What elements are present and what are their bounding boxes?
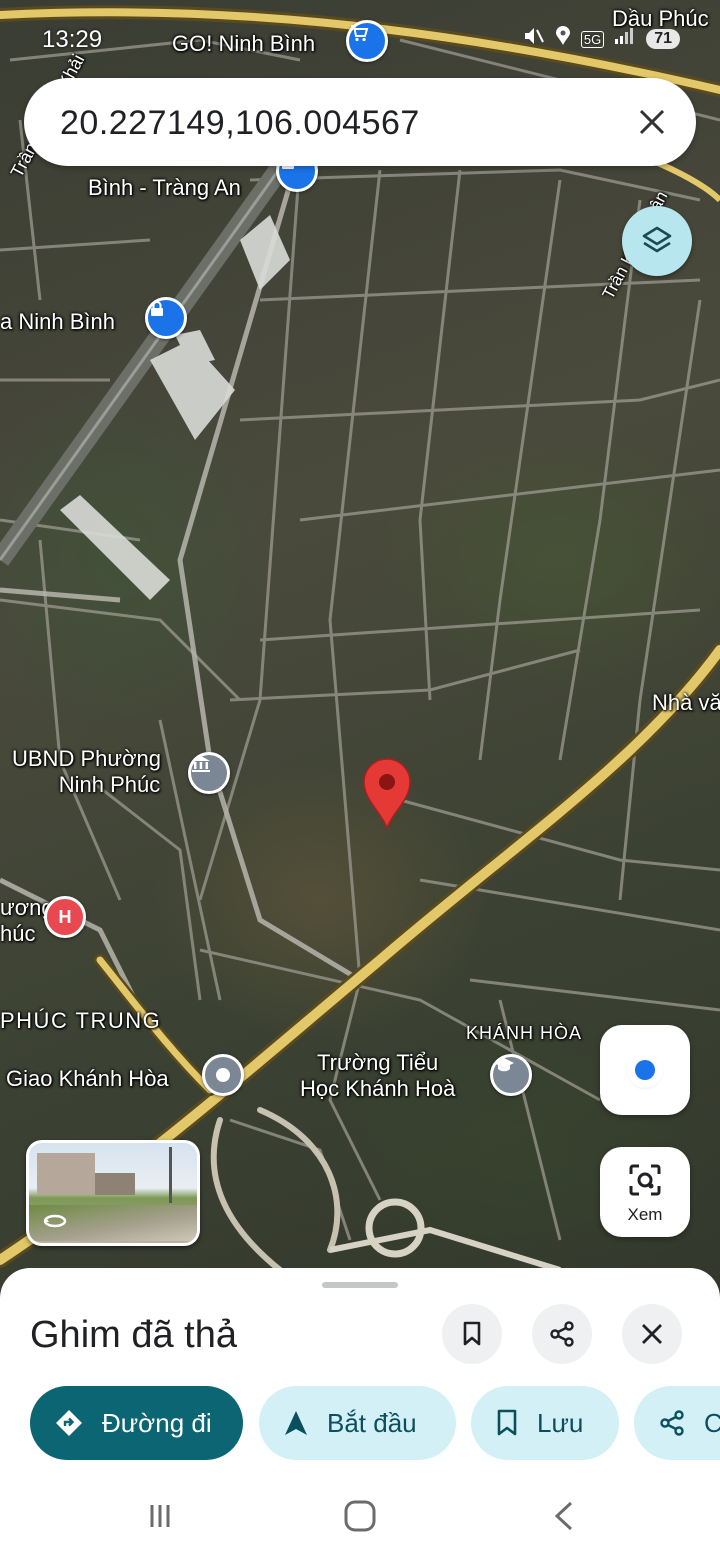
system-navigation-bar [0,1470,720,1560]
recent-apps-button[interactable] [140,1498,180,1534]
location-dot-icon [630,1055,660,1085]
my-location-button[interactable] [600,1025,690,1115]
map-label-nha-va[interactable]: Nhà vă [652,690,720,716]
save-label: Lưu [537,1407,584,1438]
map-label-ubnd-line2: Ninh Phúc [58,772,161,797]
status-icons: 5G 71 [523,26,680,52]
map-label-school-line1: Trường Tiểu [317,1050,439,1075]
search-clear-button[interactable] [628,98,676,146]
street-view-building [37,1153,95,1195]
save-button[interactable]: Lưu [471,1386,619,1460]
street-view-thumbnail[interactable] [26,1140,200,1246]
street-view-house [95,1173,135,1195]
directions-label: Đường đi [102,1407,212,1438]
directions-icon [54,1408,84,1438]
lock-icon[interactable] [145,297,187,339]
share-chip-button[interactable]: C [634,1386,720,1460]
mute-icon [523,26,545,52]
bookmark-icon [495,1409,519,1437]
map-label-ninh-binh[interactable]: a Ninh Bình [0,309,115,335]
home-icon [344,1500,376,1532]
share-icon [658,1409,686,1437]
government-building-icon[interactable] [188,752,230,794]
share-button[interactable] [532,1304,592,1364]
recent-apps-icon [150,1505,170,1527]
map-label-giao-khanh-hoa[interactable]: Giao Khánh Hòa [6,1066,169,1092]
navigation-arrow-icon [283,1409,309,1437]
map-label-school-line2: Học Khánh Hoà [300,1076,456,1101]
bookmark-button[interactable] [442,1304,502,1364]
map-layers-button[interactable] [622,206,692,276]
layers-icon [642,226,672,253]
close-icon [642,1324,662,1344]
map-label-binh-trang-an[interactable]: Bình - Tràng An [88,175,241,201]
start-label: Bắt đầu [327,1407,417,1438]
search-query[interactable]: 20.227149,106.004567 [60,104,420,143]
share-chip-label: C [704,1407,720,1438]
status-time: 13:29 [42,26,103,53]
sheet-drag-handle[interactable] [322,1282,398,1288]
place-marker-icon[interactable] [202,1054,244,1096]
back-arrow-icon [554,1501,573,1531]
dropped-pin-icon[interactable] [362,758,412,830]
map-label-phuc-trung: PHÚC TRUNG [0,1008,162,1033]
lens-view-button[interactable]: Xem [600,1147,690,1237]
action-chips: Đường đi Bắt đầu Lưu C [30,1386,720,1460]
directions-button[interactable]: Đường đi [30,1386,243,1460]
map-label-school[interactable]: Trường Tiểu Học Khánh Hoà [300,1050,455,1102]
start-navigation-button[interactable]: Bắt đầu [259,1386,456,1460]
street-view-pole [169,1147,172,1203]
map-label-ubnd[interactable]: UBND Phường Ninh Phúc [12,746,161,798]
location-icon [555,26,571,52]
hospital-icon[interactable]: H [44,896,86,938]
search-bar[interactable]: 20.227149,106.004567 [24,78,696,166]
network-type: 5G [580,30,605,48]
share-icon [550,1321,574,1347]
map-label-khanh-hoa: KHÁNH HÒA [466,1023,583,1043]
signal-icon [614,27,636,51]
school-icon[interactable] [490,1054,532,1096]
close-sheet-button[interactable] [622,1304,682,1364]
battery-level: 71 [646,29,680,49]
place-title: Ghim đã thả [30,1314,237,1356]
status-bar: 13:29 5G 71 [0,20,720,60]
close-icon [639,109,665,135]
camera-lens-icon [629,1164,661,1196]
lens-view-label: Xem [627,1205,663,1224]
home-button[interactable] [340,1498,380,1534]
back-button[interactable] [544,1498,584,1534]
street-view-rotate-icon [43,1209,67,1233]
bookmark-icon [463,1321,481,1346]
map-label-ubnd-line1: UBND Phường [12,746,161,771]
